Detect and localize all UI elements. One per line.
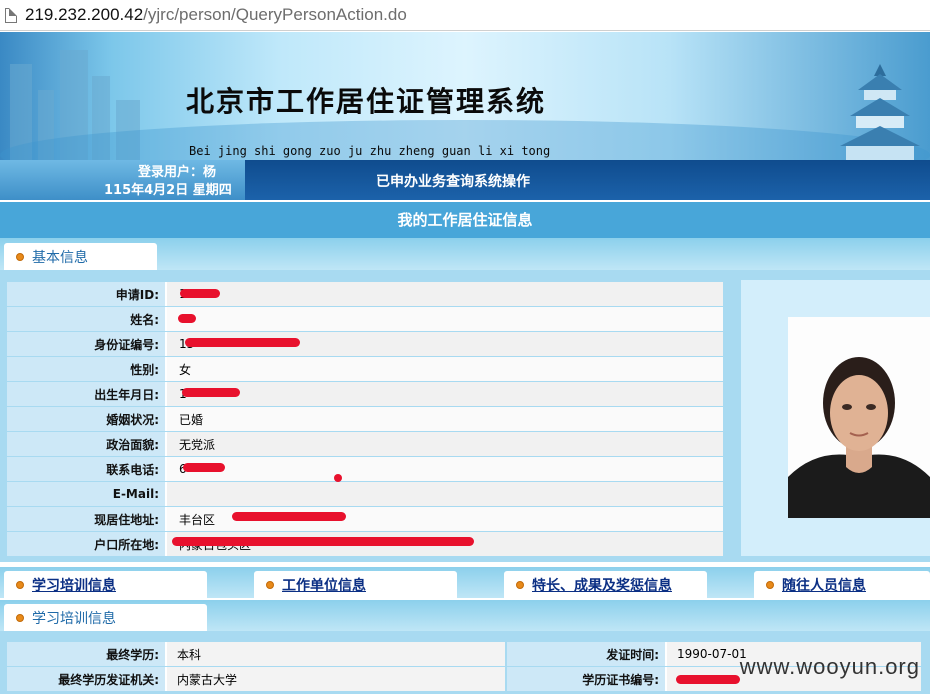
field-value xyxy=(165,482,723,506)
tab-employer-info[interactable]: 工作单位信息 xyxy=(254,571,457,598)
tab-achievements-info[interactable]: 特长、成果及奖惩信息 xyxy=(504,571,707,598)
table-row: 出生年月日:1 xyxy=(7,382,723,406)
redaction-mark xyxy=(334,474,342,482)
redaction-mark xyxy=(178,314,196,323)
table-row: E-Mail: xyxy=(7,482,723,506)
redaction-mark xyxy=(232,512,346,521)
field-value: 6 xyxy=(165,457,723,481)
field-value: 1 xyxy=(165,382,723,406)
field-value: 1 xyxy=(165,282,723,306)
table-row: 姓名: xyxy=(7,307,723,331)
redaction-mark xyxy=(182,388,240,397)
header-banner: 北京市工作居住证管理系统 Bei jing shi gong zuo ju zh… xyxy=(0,32,930,160)
bullet-icon xyxy=(516,580,524,589)
tab-achievements-info-link[interactable]: 特长、成果及奖惩信息 xyxy=(532,575,672,595)
section-nav-strip: 学习培训信息 工作单位信息 特长、成果及奖惩信息 随往人员信息 xyxy=(0,567,930,598)
field-value: 无党派 xyxy=(165,432,723,456)
system-title: 北京市工作居住证管理系统 xyxy=(186,85,547,118)
basic-info-panel: 申请ID:1 姓名: 身份证编号:15 性别:女 出生年月日:1 婚姻状况:已婚… xyxy=(0,270,930,562)
field-label: 性别: xyxy=(7,357,165,381)
table-row: 联系电话:6 xyxy=(7,457,723,481)
tab-employer-info-link[interactable]: 工作单位信息 xyxy=(282,575,366,595)
redaction-mark xyxy=(185,338,300,347)
bullet-icon xyxy=(766,580,774,589)
redaction-mark xyxy=(172,537,474,546)
field-label: 政治面貌: xyxy=(7,432,165,456)
table-row: 政治面貌: 无党派 xyxy=(7,432,723,456)
tab-dependents-info[interactable]: 随往人员信息 xyxy=(754,571,930,598)
basic-info-table: 申请ID:1 姓名: 身份证编号:15 性别:女 出生年月日:1 婚姻状况:已婚… xyxy=(7,281,723,557)
field-label: E-Mail: xyxy=(7,482,165,506)
field-label: 出生年月日: xyxy=(7,382,165,406)
tab-training-section[interactable]: 学习培训信息 xyxy=(4,604,207,631)
table-row: 现居住地址: 丰台区 xyxy=(7,507,723,531)
field-label: 最终学历发证机关: xyxy=(7,667,165,691)
temple-of-heaven-icon xyxy=(840,64,920,160)
bullet-icon xyxy=(266,580,274,589)
redaction-mark xyxy=(183,463,225,472)
field-label: 联系电话: xyxy=(7,457,165,481)
bullet-icon xyxy=(16,252,24,261)
operation-title: 已申办业务查询系统操作 xyxy=(376,174,530,190)
field-value: 内蒙古大学 xyxy=(165,667,505,691)
tab-dependents-info-link[interactable]: 随往人员信息 xyxy=(782,575,866,595)
basic-info-strip: 基本信息 xyxy=(0,238,930,270)
watermark-text: www.wooyun.org xyxy=(739,654,920,679)
field-value: 女 xyxy=(165,357,723,381)
status-bar: 登录用户：杨 115年4月2日 星期四 已申办业务查询系统操作 xyxy=(0,160,930,200)
table-row: 身份证编号:15 xyxy=(7,332,723,356)
tab-training-info-link[interactable]: 学习培训信息 xyxy=(32,575,116,595)
login-user: 登录用户：杨 xyxy=(138,165,217,180)
field-label: 姓名: xyxy=(7,307,165,331)
field-label: 申请ID: xyxy=(7,282,165,306)
field-value: 已婚 xyxy=(165,407,723,431)
field-value: 本科 xyxy=(165,642,505,666)
table-row: 婚姻状况: 已婚 xyxy=(7,407,723,431)
table-row: 申请ID:1 xyxy=(7,282,723,306)
field-label: 现居住地址: xyxy=(7,507,165,531)
table-row: 性别: 女 xyxy=(7,357,723,381)
page-icon xyxy=(5,7,17,23)
id-photo xyxy=(788,317,930,518)
field-label: 婚姻状况: xyxy=(7,407,165,431)
system-title-pinyin: Bei jing shi gong zuo ju zhu zheng guan … xyxy=(189,144,551,158)
training-strip: 学习培训信息 xyxy=(0,600,930,631)
address-bar[interactable]: 219.232.200.42/yjrc/person/QueryPersonAc… xyxy=(0,0,930,31)
field-value xyxy=(165,307,723,331)
redaction-mark xyxy=(180,289,220,298)
field-label: 发证时间: xyxy=(505,642,665,666)
tab-training-info[interactable]: 学习培训信息 xyxy=(4,571,207,598)
tab-basic-info[interactable]: 基本信息 xyxy=(4,243,157,270)
url-text[interactable]: 219.232.200.42/yjrc/person/QueryPersonAc… xyxy=(25,5,407,25)
bullet-icon xyxy=(16,580,24,589)
tab-training-section-label: 学习培训信息 xyxy=(32,610,116,627)
redaction-mark xyxy=(676,675,740,684)
current-date: 115年4月2日 星期四 xyxy=(104,183,232,198)
bullet-icon xyxy=(16,613,24,622)
field-label: 户口所在地: xyxy=(7,532,165,556)
field-label: 学历证书编号: xyxy=(505,667,665,691)
field-label: 身份证编号: xyxy=(7,332,165,356)
page-title: 我的工作居住证信息 xyxy=(0,202,930,238)
field-label: 最终学历: xyxy=(7,642,165,666)
photo-panel xyxy=(741,280,930,556)
tab-basic-info-label: 基本信息 xyxy=(32,249,88,266)
